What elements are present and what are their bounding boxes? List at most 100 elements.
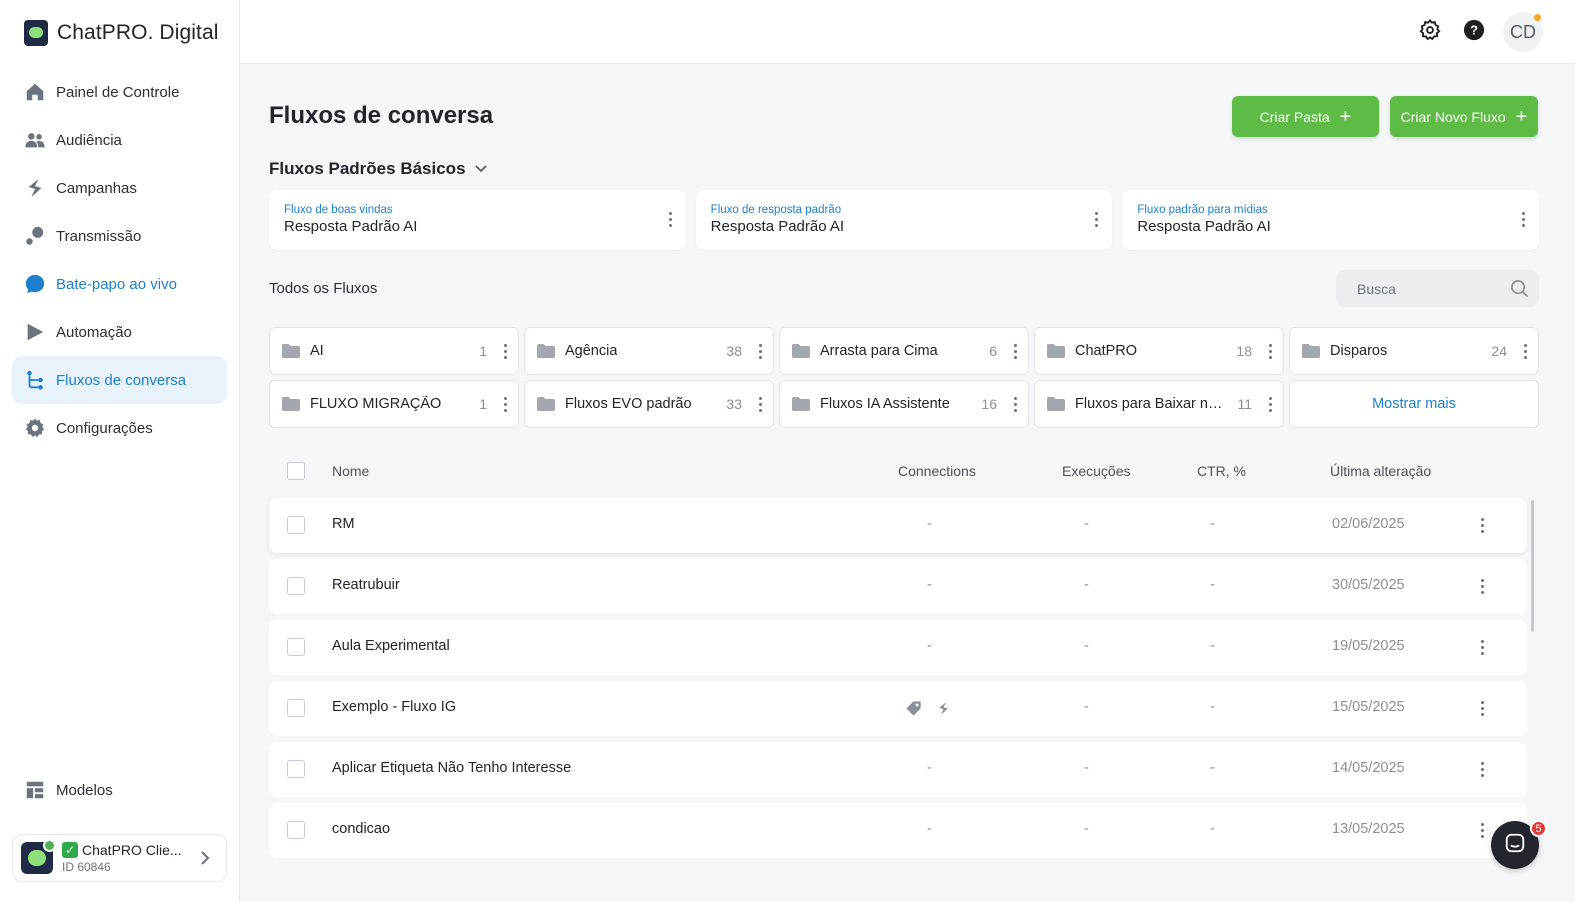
folder-icon xyxy=(1302,344,1320,358)
folder-item[interactable]: ChatPRO 18 xyxy=(1034,327,1284,375)
help-icon: ? xyxy=(1463,19,1485,46)
folder-item[interactable]: Fluxos para Baixar no... 11 xyxy=(1034,380,1284,428)
table-row[interactable]: Aula Experimental - - - 19/05/2025 xyxy=(269,620,1527,675)
create-folder-button[interactable]: Criar Pasta + xyxy=(1232,96,1379,137)
row-checkbox[interactable] xyxy=(287,516,305,534)
folder-item[interactable]: Agência 38 xyxy=(524,327,774,375)
default-flow-label: Fluxo padrão para mídias xyxy=(1137,204,1268,216)
more-options-icon[interactable] xyxy=(1481,762,1484,777)
table-row[interactable]: condicao - - - 13/05/2025 xyxy=(269,803,1527,858)
column-header-name[interactable]: Nome xyxy=(332,463,369,479)
flow-connections: - xyxy=(927,516,932,532)
folder-item[interactable]: AI 1 xyxy=(269,327,519,375)
account-name: ChatPRO Clie... xyxy=(82,842,182,858)
column-header-connections[interactable]: Connections xyxy=(898,463,976,479)
sidebar-item-broadcast[interactable]: Transmissão xyxy=(12,212,227,260)
folder-item[interactable]: Disparos 24 xyxy=(1289,327,1539,375)
brand[interactable]: ChatPRO. Digital xyxy=(24,20,219,46)
row-checkbox[interactable] xyxy=(287,821,305,839)
folder-item[interactable]: Fluxos EVO padrão 33 xyxy=(524,380,774,428)
sidebar-item-audience[interactable]: Audiência xyxy=(12,116,227,164)
more-options-icon[interactable] xyxy=(1014,397,1017,412)
more-options-icon[interactable] xyxy=(504,344,507,359)
automation-icon xyxy=(24,321,46,343)
more-options-icon[interactable] xyxy=(1269,397,1272,412)
more-options-icon[interactable] xyxy=(1481,518,1484,533)
column-header-executions[interactable]: Execuções xyxy=(1062,463,1130,479)
more-options-icon[interactable] xyxy=(759,397,762,412)
sidebar-nav: Painel de Controle Audiência Campanhas T… xyxy=(12,68,227,452)
sidebar-item-campaigns[interactable]: Campanhas xyxy=(12,164,227,212)
folder-count: 11 xyxy=(1237,396,1252,412)
row-checkbox[interactable] xyxy=(287,699,305,717)
folder-icon xyxy=(537,397,555,411)
show-more-button[interactable]: Mostrar mais xyxy=(1289,380,1539,428)
sidebar-item-label: Painel de Controle xyxy=(56,83,180,101)
default-flow-card-response[interactable]: Fluxo de resposta padrão Resposta Padrão… xyxy=(695,190,1113,250)
flow-last-modified: 19/05/2025 xyxy=(1332,638,1405,654)
folder-item[interactable]: Arrasta para Cima 6 xyxy=(779,327,1029,375)
more-options-icon[interactable] xyxy=(1524,344,1527,359)
chevron-down-icon xyxy=(474,159,488,179)
sidebar-item-label: Audiência xyxy=(56,131,122,149)
settings-button[interactable] xyxy=(1415,17,1445,47)
more-options-icon[interactable] xyxy=(1269,344,1272,359)
sidebar-item-label: Configurações xyxy=(56,419,153,437)
table-row[interactable]: RM - - - 02/06/2025 xyxy=(269,498,1527,553)
select-all-checkbox[interactable] xyxy=(287,462,305,480)
table-row[interactable]: Reatrubuir - - - 30/05/2025 xyxy=(269,559,1527,614)
folder-item[interactable]: FLUXO MIGRAÇÃO 1 xyxy=(269,380,519,428)
more-options-icon[interactable] xyxy=(1095,212,1099,227)
folder-count: 33 xyxy=(726,396,742,412)
column-header-last-modified[interactable]: Última alteração xyxy=(1330,463,1431,479)
account-switcher[interactable]: ✓ ChatPRO Clie... ID 60846 xyxy=(12,834,227,882)
flow-name: Aplicar Etiqueta Não Tenho Interesse xyxy=(332,760,572,776)
sidebar-item-settings[interactable]: Configurações xyxy=(12,404,227,452)
tag-icon xyxy=(905,700,922,721)
avatar-initials: CD xyxy=(1510,21,1536,42)
default-flow-value: Resposta Padrão AI xyxy=(710,218,845,235)
search-input[interactable]: Busca xyxy=(1336,270,1539,307)
sidebar-item-automation[interactable]: Automação xyxy=(12,308,227,356)
folder-name: FLUXO MIGRAÇÃO xyxy=(310,396,442,412)
more-options-icon[interactable] xyxy=(1481,640,1484,655)
folder-name: Agência xyxy=(565,343,618,359)
row-checkbox[interactable] xyxy=(287,760,305,778)
more-options-icon[interactable] xyxy=(1481,579,1484,594)
flow-executions: - xyxy=(1084,638,1089,654)
sidebar-item-live-chat[interactable]: Bate-papo ao vivo xyxy=(12,260,227,308)
more-options-icon[interactable] xyxy=(504,397,507,412)
more-options-icon[interactable] xyxy=(668,212,672,227)
table-row[interactable]: Exemplo - Fluxo IG - - 15/05/2025 xyxy=(269,681,1527,736)
folder-item[interactable]: Fluxos IA Assistente 16 xyxy=(779,380,1029,428)
flow-ctr: - xyxy=(1210,760,1215,776)
default-flows-toggle[interactable]: Fluxos Padrões Básicos xyxy=(269,159,488,179)
user-avatar[interactable]: CD xyxy=(1503,12,1543,52)
folder-count: 6 xyxy=(989,343,997,359)
sidebar-item-templates[interactable]: Modelos xyxy=(12,766,227,814)
sidebar-item-dashboard[interactable]: Painel de Controle xyxy=(12,68,227,116)
table-row[interactable]: Aplicar Etiqueta Não Tenho Interesse - -… xyxy=(269,742,1527,797)
column-header-ctr[interactable]: CTR, % xyxy=(1197,463,1246,479)
more-options-icon[interactable] xyxy=(1481,701,1484,716)
row-checkbox[interactable] xyxy=(287,577,305,595)
home-icon xyxy=(24,81,46,103)
sidebar-item-conversation-flows[interactable]: Fluxos de conversa xyxy=(12,356,227,404)
help-button[interactable]: ? xyxy=(1459,17,1489,47)
table-scrollbar[interactable] xyxy=(1531,500,1534,632)
more-options-icon[interactable] xyxy=(759,344,762,359)
more-options-icon[interactable] xyxy=(1014,344,1017,359)
folder-icon xyxy=(1047,397,1065,411)
default-flow-card-media[interactable]: Fluxo padrão para mídias Resposta Padrão… xyxy=(1122,190,1540,250)
flow-name: Reatrubuir xyxy=(332,577,400,593)
more-options-icon[interactable] xyxy=(1481,823,1484,838)
row-checkbox[interactable] xyxy=(287,638,305,656)
brand-logo-icon xyxy=(24,20,48,46)
default-flows: Fluxo de boas vindas Resposta Padrão AI … xyxy=(269,190,1540,250)
plus-icon: + xyxy=(1339,105,1352,128)
default-flow-card-welcome[interactable]: Fluxo de boas vindas Resposta Padrão AI xyxy=(269,190,686,250)
create-flow-button[interactable]: Criar Novo Fluxo + xyxy=(1390,96,1538,137)
topbar: ? CD xyxy=(240,0,1575,64)
more-options-icon[interactable] xyxy=(1522,212,1526,227)
chevron-right-icon xyxy=(198,850,212,871)
